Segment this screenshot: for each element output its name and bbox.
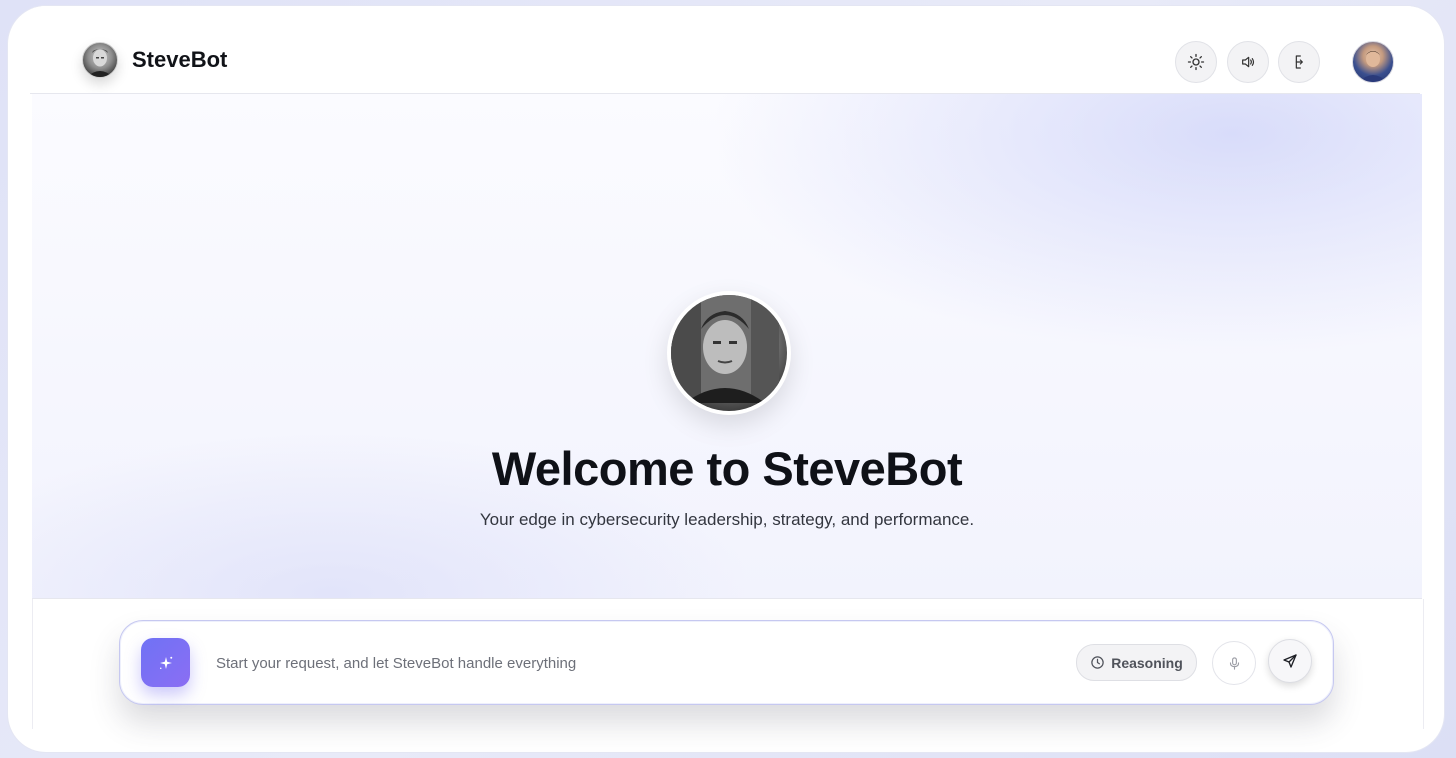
brand-name: SteveBot [132,47,228,72]
layout-button[interactable] [1278,41,1320,83]
welcome-title: Welcome to SteveBot [491,442,963,495]
hero-avatar [667,291,791,415]
microphone-icon [1229,656,1239,670]
app-frame: SteveBot Welcome to SteveBot Your edge i… [8,6,1444,752]
welcome-hero: Welcome to SteveBot Your edge in cyberse… [32,94,1422,599]
audio-button[interactable] [1227,41,1269,83]
chat-composer: Reasoning [119,620,1334,705]
brand[interactable]: SteveBot [82,42,227,78]
top-header: SteveBot [30,6,1420,94]
reasoning-button[interactable]: Reasoning [1076,644,1197,681]
welcome-subtitle: Your edge in cybersecurity leadership, s… [479,510,975,529]
reasoning-label: Reasoning [1111,654,1183,671]
sparkle-button[interactable] [141,638,190,687]
clock-icon [1091,656,1104,669]
speaker-icon [1242,56,1255,68]
steve-avatar-icon [82,42,118,78]
sun-icon [1187,53,1205,71]
send-icon [1283,654,1297,668]
user-avatar[interactable] [1352,41,1394,83]
theme-toggle-button[interactable] [1175,41,1217,83]
split-icon [1295,55,1303,69]
send-button[interactable] [1268,639,1312,683]
sparkle-icon [159,656,172,669]
message-input[interactable] [214,649,1058,677]
microphone-button[interactable] [1212,641,1256,685]
